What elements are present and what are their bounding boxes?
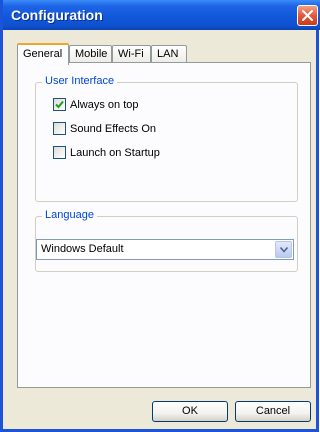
always-on-top-option[interactable]: Always on top (53, 97, 138, 112)
language-select[interactable]: Windows Default (36, 239, 294, 260)
sound-effects-option[interactable]: Sound Effects On (53, 121, 156, 136)
sound-effects-label: Sound Effects On (70, 122, 157, 135)
cancel-button[interactable]: Cancel (235, 401, 311, 422)
tab-label: Mobile (75, 48, 108, 60)
user-interface-group: User Interface Always on top Sound Effec… (35, 75, 298, 202)
sound-effects-checkbox[interactable] (53, 122, 66, 135)
launch-on-startup-label: Launch on Startup (70, 146, 160, 159)
tab-label: LAN (157, 48, 179, 60)
language-group: Language Windows Default (35, 209, 298, 272)
chevron-down-icon (279, 246, 288, 253)
ok-button[interactable]: OK (152, 401, 228, 422)
launch-on-startup-checkbox[interactable] (53, 146, 66, 159)
launch-on-startup-option[interactable]: Launch on Startup (53, 145, 160, 160)
general-tab-panel: User Interface Always on top Sound Effec… (17, 62, 311, 388)
tab-label: Wi-Fi (118, 48, 144, 60)
close-button[interactable] (297, 5, 318, 26)
configuration-dialog: Configuration General Mobile Wi-Fi LAN U… (0, 0, 320, 432)
close-icon (302, 10, 313, 21)
title-bar[interactable]: Configuration (3, 0, 320, 30)
group-label-user-interface: User Interface (42, 75, 118, 87)
tab-label: General (23, 48, 63, 60)
always-on-top-checkbox[interactable] (53, 98, 66, 111)
language-dropdown-button[interactable] (275, 241, 292, 258)
tab-wifi[interactable]: Wi-Fi (112, 45, 151, 63)
group-label-language: Language (42, 209, 97, 221)
tab-general[interactable]: General (17, 43, 69, 65)
language-selected-value: Windows Default (41, 243, 124, 255)
always-on-top-label: Always on top (70, 98, 139, 111)
tab-lan[interactable]: LAN (151, 45, 187, 63)
tab-mobile[interactable]: Mobile (69, 45, 112, 63)
window-title: Configuration (11, 7, 103, 23)
check-icon (55, 100, 64, 109)
